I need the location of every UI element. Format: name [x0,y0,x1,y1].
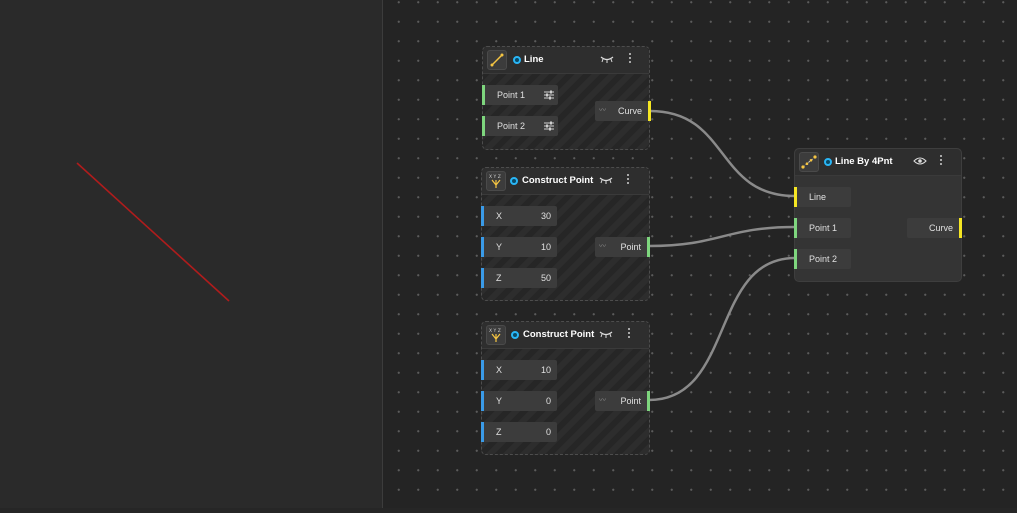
input-port-y[interactable]: Y 0 [481,391,557,411]
svg-text:X Y Z: X Y Z [489,328,501,334]
x-value[interactable]: 30 [541,206,551,226]
line-node[interactable]: Line Point 1 Point 2 〰 Curve [482,46,651,150]
curve-type-icon: 〰 [599,107,606,114]
input-port-line[interactable]: Line [794,187,851,207]
node-header[interactable]: X Y Z Construct Point [482,322,649,349]
status-indicator [513,56,521,64]
x-value[interactable]: 10 [541,360,551,380]
node-title: Line By 4Pnt [835,156,893,167]
node-title: Line [524,54,544,65]
line-by-4pnt-node[interactable]: Line By 4Pnt Line Point 1 Point 2 Curve [794,148,962,282]
input-port-z[interactable]: Z 0 [481,422,557,442]
y-value[interactable]: 0 [546,391,551,411]
eye-closed-icon[interactable] [599,329,613,343]
input-port-y[interactable]: Y 10 [481,237,557,257]
viewport-canvas [76,162,230,302]
input-port-x[interactable]: X 10 [481,360,557,380]
line-points-icon [799,152,819,172]
output-port-point[interactable]: 〰 Point [595,391,650,411]
node-header[interactable]: Line [483,47,649,74]
more-vertical-icon[interactable] [627,174,630,186]
input-port-x[interactable]: X 30 [481,206,557,226]
construct-point-node-2[interactable]: X Y Z Construct Point X 10 Y 0 Z 0 〰 Poi… [481,321,650,455]
y-value[interactable]: 10 [541,237,551,257]
z-value[interactable]: 50 [541,268,551,288]
status-indicator [824,158,832,166]
eye-closed-icon[interactable] [599,175,613,189]
node-title: Construct Point [523,329,595,340]
construct-point-node-1[interactable]: X Y Z Construct Point X 30 Y 10 Z 50 〰 P… [481,167,650,301]
node-header[interactable]: X Y Z Construct Point [482,168,649,195]
eye-closed-icon[interactable] [600,54,614,68]
xyz-point-icon: X Y Z [486,171,506,191]
node-header[interactable]: Line By 4Pnt [795,149,961,176]
xyz-point-icon: X Y Z [486,325,506,345]
node-title: Construct Point [522,175,594,186]
more-vertical-icon[interactable] [628,328,631,340]
line-icon [487,50,507,70]
input-port-point-1[interactable]: Point 1 [482,85,558,105]
svg-text:X Y Z: X Y Z [489,174,501,180]
status-indicator [511,331,519,339]
status-indicator [510,177,518,185]
output-port-curve[interactable]: 〰 Curve [595,101,651,121]
point-type-icon: 〰 [599,243,606,250]
input-port-z[interactable]: Z 50 [481,268,557,288]
input-port-point-2[interactable]: Point 2 [482,116,558,136]
sliders-icon[interactable] [544,121,554,131]
more-vertical-icon[interactable] [940,155,943,167]
output-port-curve[interactable]: Curve [907,218,962,238]
preview-line-geometry [76,162,230,302]
z-value[interactable]: 0 [546,422,551,442]
point-type-icon: 〰 [599,397,606,404]
sliders-icon[interactable] [544,90,554,100]
input-port-point-2[interactable]: Point 2 [794,249,851,269]
input-port-point-1[interactable]: Point 1 [794,218,851,238]
output-port-point[interactable]: 〰 Point [595,237,650,257]
eye-icon[interactable] [913,156,927,170]
more-vertical-icon[interactable] [629,53,632,65]
3d-viewport[interactable] [0,0,382,508]
